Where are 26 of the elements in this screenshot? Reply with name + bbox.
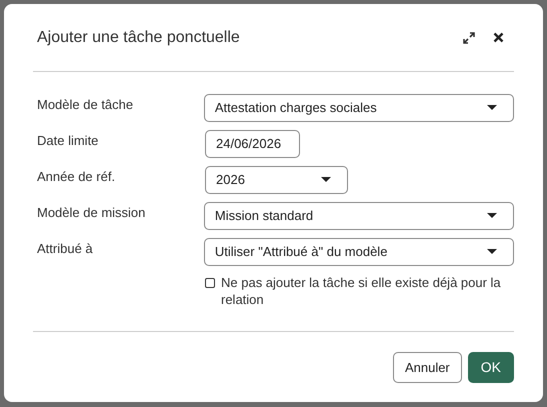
checkbox-label: Ne pas ajouter la tâche si elle existe déjà pour la relation [221,274,502,308]
dropdown-value: Attestation charges sociales [214,99,377,118]
field-label: Modèle de tâche [37,96,134,114]
dropdown-field[interactable]: 2026 [205,166,348,194]
dropdown-field[interactable]: Mission standard [204,202,514,230]
dropdown-value: Mission standard [214,207,314,226]
caret-icon [487,105,497,111]
dropdown-value: Utiliser "Attribué à" du modèle [214,243,388,262]
field-label: Année de réf. [37,168,116,186]
dialog-title: Ajouter une tâche ponctuelle [37,28,240,48]
checkbox[interactable] [205,278,215,288]
field-label: Date limite [37,132,100,150]
dropdown-value: 2026 [216,171,245,190]
close-icon[interactable] [493,32,504,43]
field-label: Attribué à [37,240,94,258]
caret-icon [321,177,331,183]
dropdown-field[interactable]: Attestation charges sociales [204,94,514,122]
caret-icon [487,213,497,219]
field-label: Modèle de mission [37,204,146,222]
caret-icon [487,249,497,255]
cancel-button[interactable]: Annuler [392,352,462,383]
expand-icon[interactable] [463,32,475,44]
date-value: 24/06/2026 [216,135,282,154]
date-field[interactable]: 24/06/2026 [205,130,300,158]
ok-button[interactable]: OK [468,352,514,383]
dropdown-field[interactable]: Utiliser "Attribué à" du modèle [204,238,514,266]
